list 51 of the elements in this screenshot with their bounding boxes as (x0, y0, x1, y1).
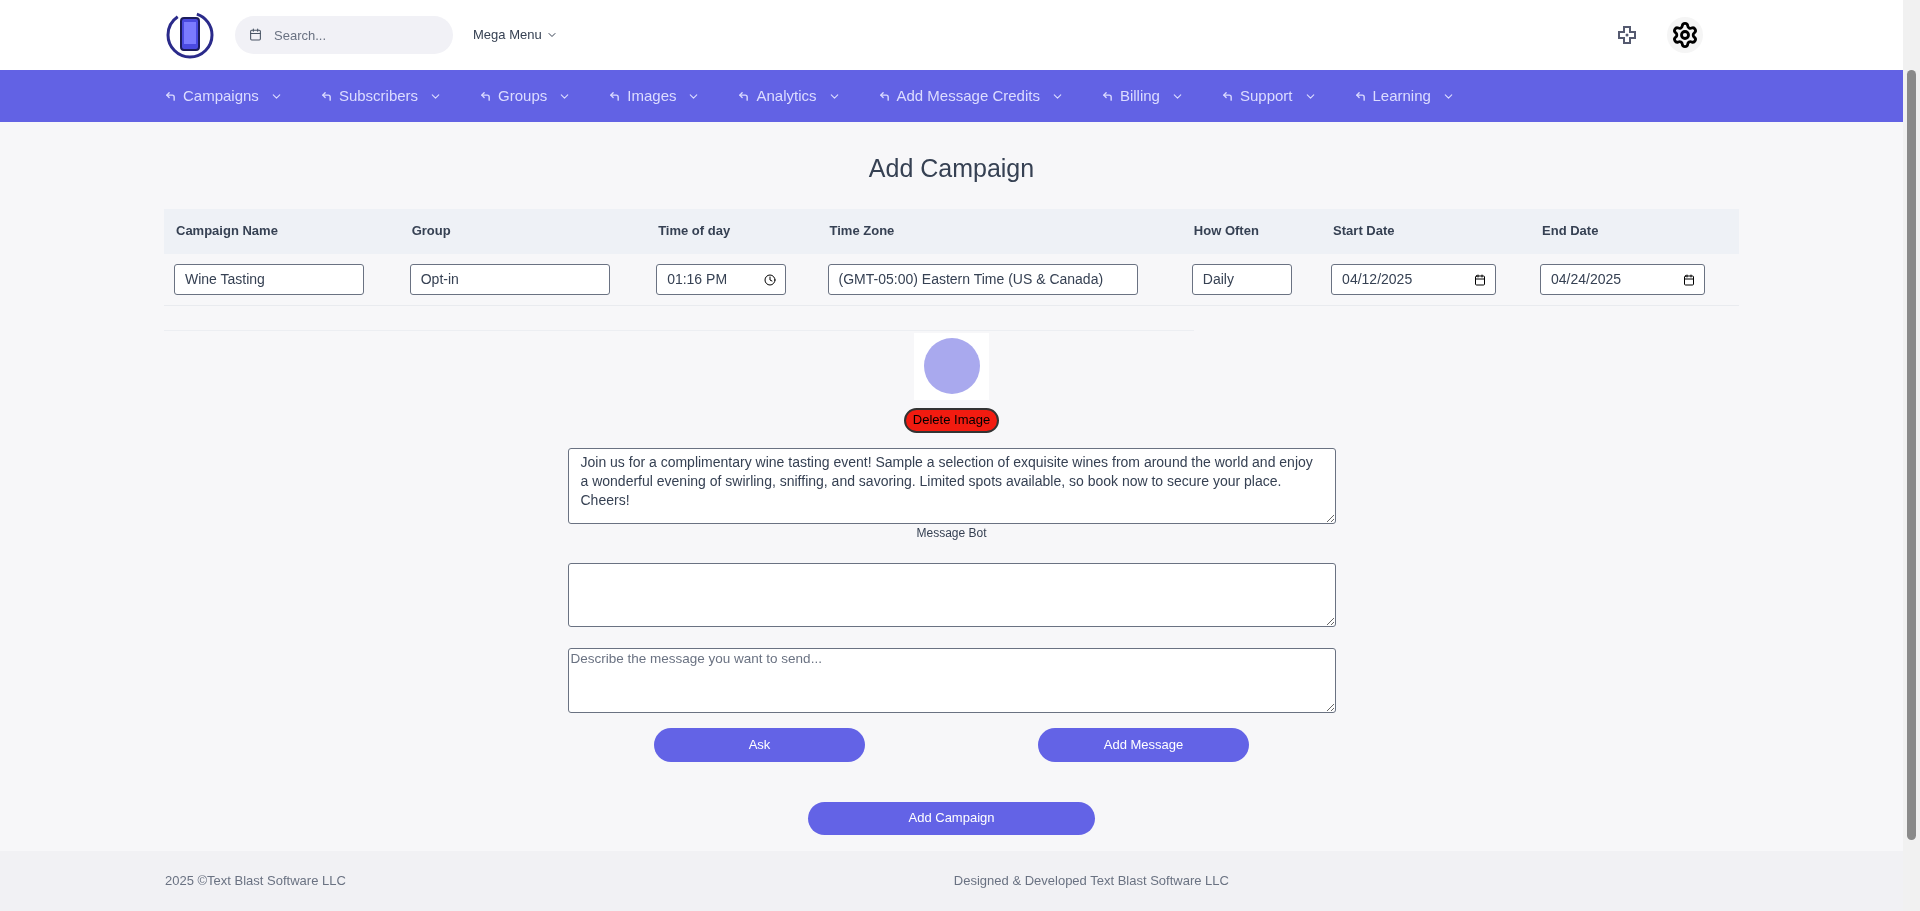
page-title: Add Campaign (868, 153, 1035, 184)
corner-arrow-icon (165, 90, 176, 102)
column-header: Time of day (658, 223, 731, 239)
nav-item[interactable]: Groups (480, 84, 572, 108)
column-header: Campaign Name (176, 223, 278, 239)
corner-arrow-icon (1101, 90, 1113, 102)
copyright-text: 2025 ©Text Blast Software LLC (165, 872, 346, 891)
nav-item[interactable]: Analytics (738, 84, 841, 108)
message-field[interactable]: Join us for a complimentary wine tasting event! Sample a selection of exquisite wines from around the world and enjoy a wonderful evening of swirling, sniffing, and savoring. Limited spots available, so book now to secure your place. Cheers! (567, 447, 1336, 524)
corner-arrow-icon (878, 90, 890, 102)
settings-button[interactable] (1667, 17, 1703, 53)
clock-icon (764, 273, 777, 286)
nav-item[interactable]: Billing (1101, 84, 1184, 108)
nav-item[interactable]: Images (609, 84, 701, 108)
search-field[interactable]: Search... (235, 16, 453, 54)
nav-item[interactable]: Subscribers (320, 84, 443, 108)
mega-menu[interactable]: Mega Menu (473, 25, 558, 45)
credit-text: Designed & Developed Text Blast Software LLC (953, 872, 1229, 891)
calendar-icon (1474, 273, 1487, 286)
message-bot-label: Message Bot (916, 524, 987, 542)
input-field[interactable]: Daily (1191, 263, 1292, 295)
input-field[interactable]: Opt-in (409, 263, 610, 295)
column-header: End Date (1542, 223, 1599, 239)
nav-item[interactable]: Add Message Credits (878, 84, 1064, 108)
nav-item[interactable]: Learning (1354, 84, 1455, 108)
calendar-icon (249, 28, 262, 41)
prompt-field[interactable]: Describe the message you want to send... (567, 647, 1336, 713)
column-header: Group (411, 223, 451, 239)
settings-icon (1671, 21, 1699, 49)
corner-arrow-icon (480, 90, 492, 102)
input-field[interactable]: 01:16 PM (656, 263, 787, 295)
action-button[interactable]: Add Message (1038, 727, 1249, 762)
column-header: Start Date (1333, 223, 1395, 239)
corner-arrow-icon (738, 90, 750, 102)
input-field[interactable]: (GMT-05:00) Eastern Time (US & Canada) (827, 263, 1138, 295)
nav-item[interactable]: Support (1221, 84, 1317, 108)
add-campaign-button[interactable]: Add Campaign (808, 801, 1095, 835)
input-field[interactable]: 04/24/2025 (1540, 263, 1706, 295)
input-field[interactable]: 04/12/2025 (1331, 263, 1497, 295)
column-header: How Often (1193, 223, 1259, 239)
corner-arrow-icon (320, 90, 332, 102)
calendar-icon (1683, 273, 1696, 286)
corner-arrow-icon (609, 90, 621, 102)
plus-cross-icon[interactable] (1617, 25, 1637, 45)
input-field[interactable]: Wine Tasting (174, 263, 364, 295)
corner-arrow-icon (1354, 90, 1366, 102)
action-button[interactable]: Ask (654, 727, 865, 762)
column-header: Time Zone (829, 223, 895, 239)
nav-item[interactable]: Campaigns (165, 84, 283, 108)
corner-arrow-icon (1221, 90, 1233, 102)
delete-image-button[interactable]: Delete Image (903, 407, 1000, 433)
